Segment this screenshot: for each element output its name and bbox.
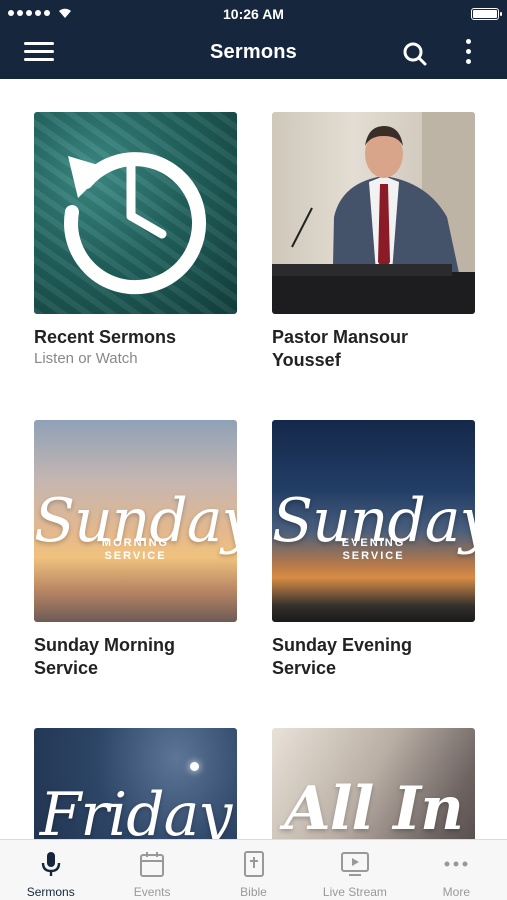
nav-bar: Sermons — [0, 28, 507, 79]
search-icon[interactable] — [401, 40, 429, 68]
card-title: Sunday Evening Service — [272, 635, 413, 678]
bible-icon — [243, 851, 264, 877]
sunday-evening-thumbnail: Sunday EVENING SERVICE — [272, 420, 475, 622]
tab-label: Live Stream — [322, 885, 387, 899]
card-pastor[interactable]: Pastor Mansour Youssef — [272, 112, 475, 372]
tab-label: More — [442, 885, 470, 899]
tab-label: Sermons — [26, 885, 75, 899]
tab-live-stream[interactable]: Live Stream — [304, 840, 405, 900]
status-bar: 10:26 AM — [0, 0, 507, 28]
pastor-illustration — [272, 112, 475, 314]
thumbnail-caption: EVENING SERVICE — [272, 537, 475, 563]
card-friday[interactable]: Friday — [34, 728, 237, 839]
history-clock-icon — [64, 152, 206, 295]
thumbnail-script-text: Friday — [39, 780, 233, 839]
caption-line: SERVICE — [342, 550, 405, 562]
sermon-grid: Recent Sermons Listen or Watch Pastor Ma… — [0, 79, 507, 839]
all-in-thumbnail: All In — [272, 728, 475, 839]
microphone-icon — [41, 852, 60, 876]
caption-line: SERVICE — [104, 550, 167, 562]
horizontal-ellipsis-icon — [444, 861, 468, 867]
card-title: Pastor Mansour Youssef — [272, 327, 409, 370]
card-recent-sermons[interactable]: Recent Sermons Listen or Watch — [34, 112, 237, 367]
thumbnail-script-text: All In — [284, 774, 464, 839]
card-all-in[interactable]: All In — [272, 728, 475, 839]
caption-line: MORNING — [101, 537, 170, 549]
card-title: Sunday Morning Service — [34, 635, 175, 678]
tab-more[interactable]: More — [406, 840, 507, 900]
tab-events[interactable]: Events — [101, 840, 202, 900]
sunday-morning-thumbnail: Sunday MORNING SERVICE — [34, 420, 237, 622]
tab-bible[interactable]: Bible — [203, 840, 304, 900]
top-bar: 10:26 AM Sermons — [0, 0, 507, 79]
battery-icon — [471, 8, 502, 20]
status-time: 10:26 AM — [223, 6, 284, 22]
tab-label: Events — [133, 885, 171, 899]
tv-play-icon — [340, 852, 369, 876]
tab-bar: Sermons Events Bible Live Stream More — [0, 839, 507, 900]
thumbnail-caption: MORNING SERVICE — [34, 537, 237, 563]
card-sunday-morning[interactable]: Sunday MORNING SERVICE Sunday Morning Se… — [34, 420, 237, 680]
more-options-button[interactable] — [461, 39, 475, 67]
pastor-photo — [272, 112, 475, 314]
tab-sermons[interactable]: Sermons — [0, 840, 101, 900]
card-sunday-evening[interactable]: Sunday EVENING SERVICE Sunday Evening Se… — [272, 420, 475, 680]
caption-line: EVENING — [341, 537, 406, 549]
calendar-icon — [140, 852, 165, 877]
tab-label: Bible — [240, 885, 267, 899]
card-subtitle: Listen or Watch — [34, 350, 138, 367]
page-title: Sermons — [210, 41, 297, 63]
friday-thumbnail: Friday — [34, 728, 237, 839]
moon-icon — [190, 762, 199, 771]
card-title: Recent Sermons — [34, 327, 177, 347]
recent-sermons-thumbnail — [34, 112, 237, 314]
